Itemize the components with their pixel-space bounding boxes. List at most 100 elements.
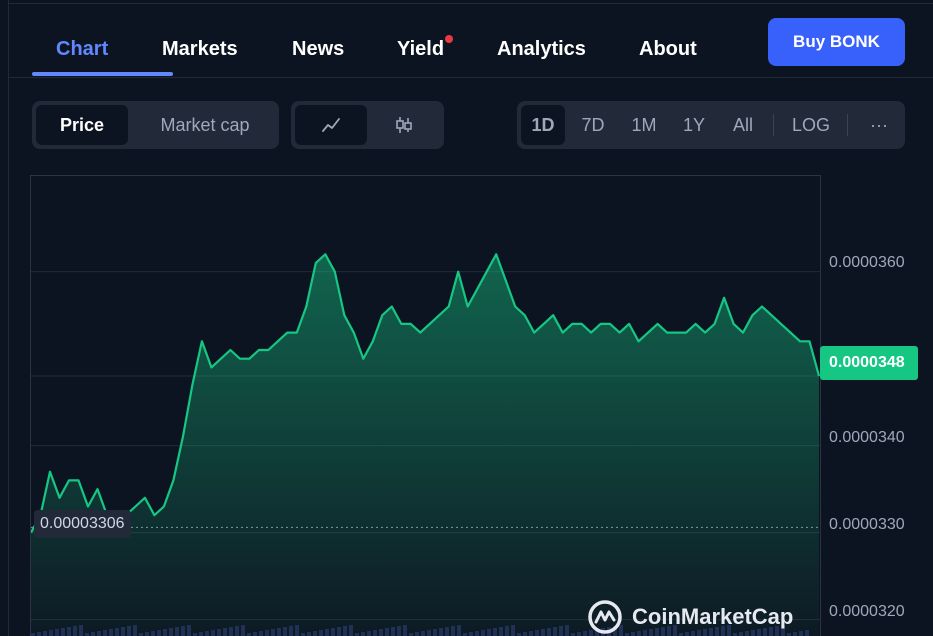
volume-bar (235, 626, 239, 636)
y-axis-tick: 0.0000360 (829, 254, 905, 271)
volume-bar (145, 632, 149, 636)
volume-bar (49, 630, 53, 636)
volume-bar (181, 626, 185, 636)
open-price-tag: 0.00003306 (34, 510, 131, 538)
tab-about[interactable]: About (639, 38, 697, 61)
volume-bar (529, 631, 533, 636)
volume-bar (559, 626, 563, 636)
volume-bar (229, 627, 233, 636)
volume-bar (439, 628, 443, 636)
line-chart-icon (322, 118, 340, 132)
buy-bonk-button[interactable]: Buy BONK (768, 18, 905, 66)
volume-bar (277, 628, 281, 636)
volume-bar (385, 628, 389, 636)
volume-bar (265, 630, 269, 636)
volume-bar (175, 627, 179, 636)
volume-bar (169, 628, 173, 636)
market-cap-toggle-button[interactable]: Market cap (136, 105, 274, 145)
volume-bar (487, 629, 491, 636)
volume-bar (91, 632, 95, 636)
line-chart-button[interactable] (295, 105, 367, 145)
volume-bar (205, 631, 209, 636)
tab-yield[interactable]: Yield (397, 35, 454, 61)
y-axis-tick: 0.0000340 (829, 429, 905, 446)
volume-bar (37, 632, 41, 636)
volume-bar (217, 629, 221, 636)
volume-bar (499, 627, 503, 636)
metric-toggle: Price Market cap (32, 101, 279, 149)
volume-bar (367, 631, 371, 636)
volume-bar (199, 632, 203, 636)
divider (847, 114, 848, 136)
log-scale-button[interactable]: LOG (783, 105, 839, 145)
y-axis-tick: 0.0000330 (829, 516, 905, 533)
volume-bar (433, 629, 437, 636)
volume-bar (133, 625, 137, 636)
volume-bar (223, 628, 227, 636)
volume-bar (103, 630, 107, 636)
active-tab-indicator (32, 72, 173, 76)
volume-bar (397, 626, 401, 636)
volume-bar (187, 625, 191, 636)
volume-bar (97, 631, 101, 636)
volume-bar (325, 629, 329, 636)
range-1m-button[interactable]: 1M (621, 105, 667, 145)
volume-bar (379, 629, 383, 636)
volume-bar (793, 632, 797, 636)
volume-bar (295, 625, 299, 636)
volume-bar (523, 632, 527, 636)
range-all-button[interactable]: All (721, 105, 765, 145)
volume-bar (55, 629, 59, 636)
volume-bar (343, 626, 347, 636)
price-toggle-button[interactable]: Price (36, 105, 128, 145)
volume-bar (313, 631, 317, 636)
volume-bar (307, 632, 311, 636)
volume-bar (481, 630, 485, 636)
panel-border-left (8, 0, 9, 636)
volume-bar (43, 631, 47, 636)
volume-bar (475, 631, 479, 636)
volume-bar (331, 628, 335, 636)
range-7d-button[interactable]: 7D (571, 105, 615, 145)
coinmarketcap-logo-icon (588, 600, 622, 634)
volume-bar (337, 627, 341, 636)
volume-bar (361, 632, 365, 636)
price-chart[interactable] (30, 175, 821, 636)
coinmarketcap-watermark: CoinMarketCap (586, 598, 793, 636)
range-1d-button[interactable]: 1D (521, 105, 565, 145)
volume-bar (319, 630, 323, 636)
volume-bar (61, 628, 65, 636)
volume-bar (565, 625, 569, 636)
volume-bar (511, 625, 515, 636)
volume-bar (421, 631, 425, 636)
volume-bar (493, 628, 497, 636)
tab-markets[interactable]: Markets (162, 38, 238, 61)
volume-bar (799, 631, 803, 636)
volume-bar (211, 630, 215, 636)
chart-type-toggle (291, 101, 444, 149)
tab-chart[interactable]: Chart (56, 38, 108, 61)
volume-bar (451, 626, 455, 636)
volume-bar (541, 629, 545, 636)
tab-analytics[interactable]: Analytics (497, 38, 586, 61)
volume-bar (505, 626, 509, 636)
tab-news[interactable]: News (292, 38, 344, 61)
more-options-button[interactable]: ··· (857, 105, 901, 145)
candlestick-chart-button[interactable] (369, 105, 439, 145)
volume-bar (283, 627, 287, 636)
volume-bar (109, 629, 113, 636)
divider (773, 114, 774, 136)
volume-bar (805, 630, 809, 636)
tab-yield-label: Yield (397, 38, 445, 60)
notification-dot-icon (445, 35, 454, 43)
volume-bar (349, 625, 353, 636)
range-1y-button[interactable]: 1Y (673, 105, 715, 145)
volume-bar (271, 629, 275, 636)
volume-bar (241, 625, 245, 636)
price-chart-canvas (31, 253, 821, 636)
volume-bar (163, 629, 167, 636)
volume-bar (373, 630, 377, 636)
volume-bar (445, 627, 449, 636)
watermark-text: CoinMarketCap (632, 604, 794, 629)
volume-bar (391, 627, 395, 636)
